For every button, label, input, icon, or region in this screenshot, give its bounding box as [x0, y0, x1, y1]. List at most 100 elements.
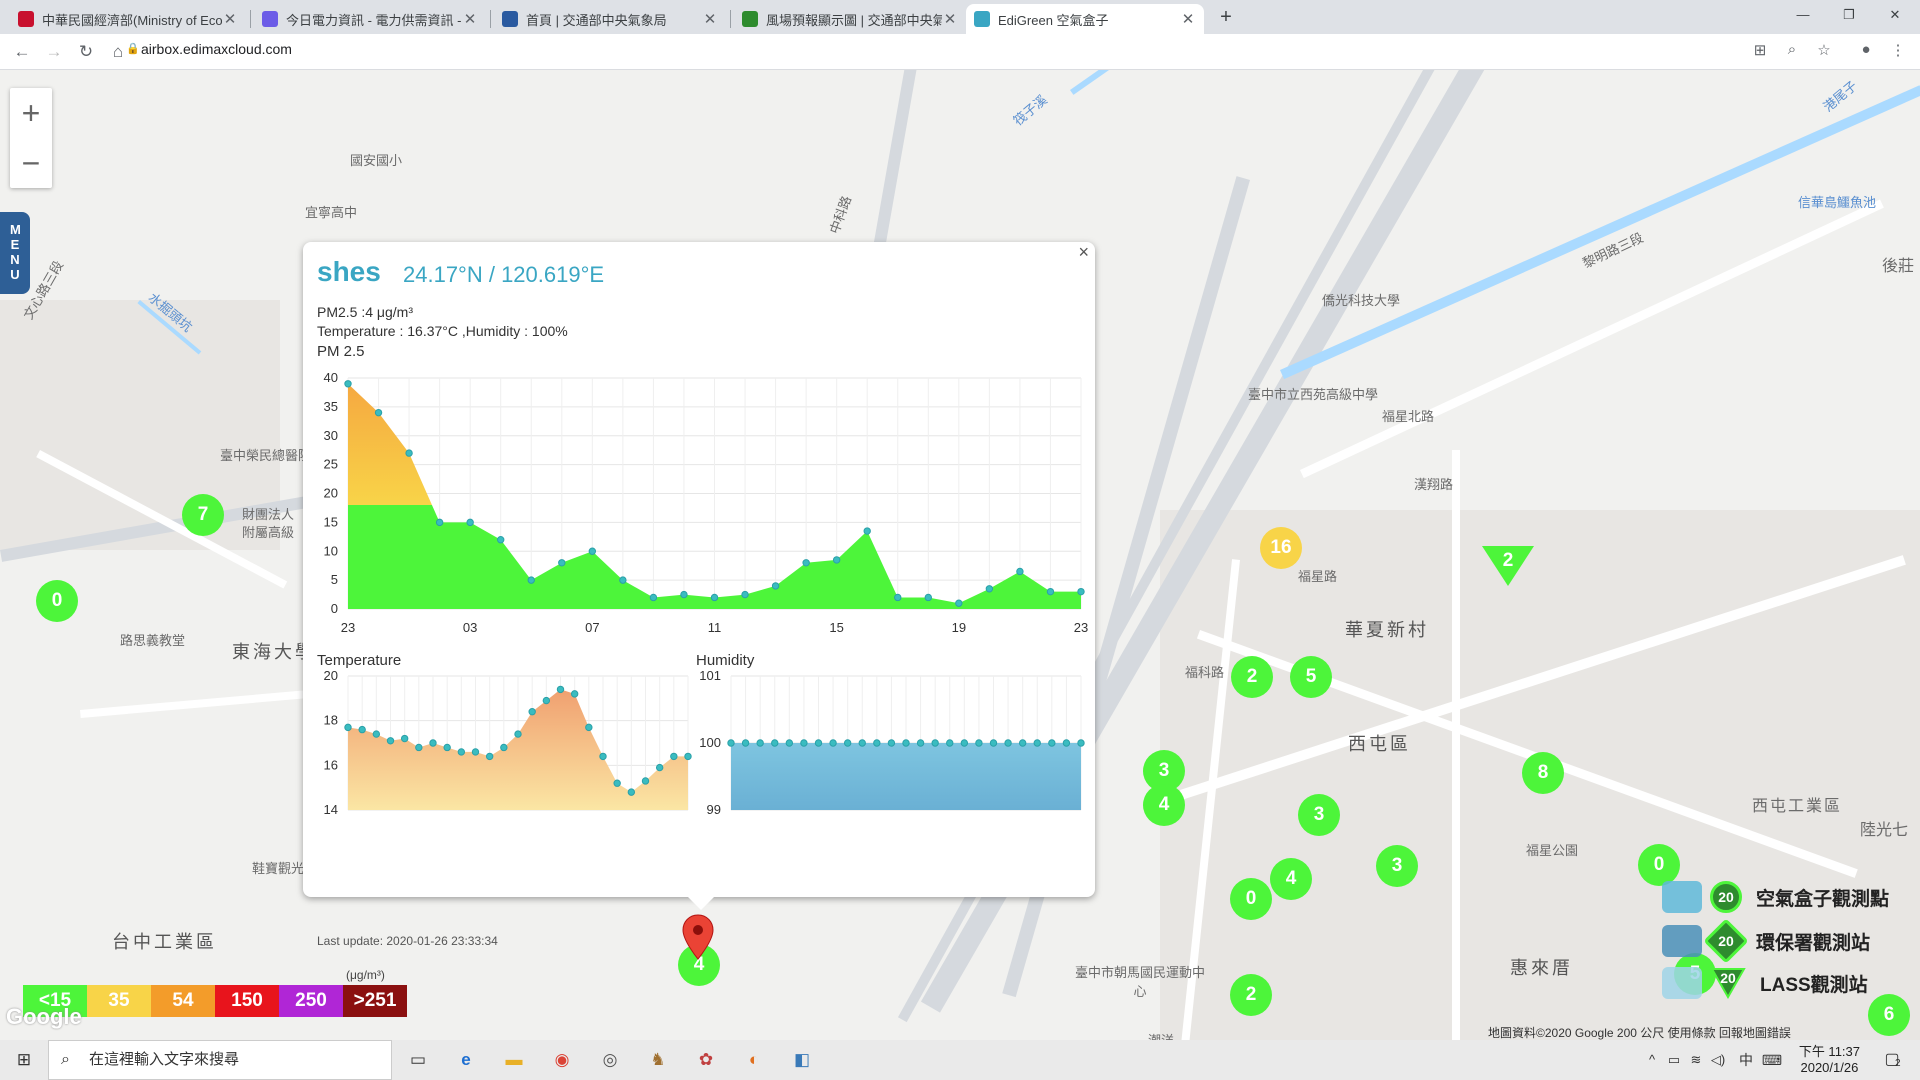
y-tick-label: 18 [324, 713, 338, 728]
reload-icon[interactable]: ↻ [74, 40, 98, 64]
data-point [528, 708, 536, 716]
data-point [771, 582, 780, 590]
forward-icon[interactable]: → [42, 40, 66, 64]
data-point [785, 739, 794, 747]
data-point [989, 739, 998, 747]
close-tab-icon[interactable]: ✕ [222, 10, 238, 28]
map-label: 後莊 [1882, 258, 1915, 275]
station-cluster[interactable]: 5 [1290, 656, 1332, 698]
station-cluster[interactable]: 2 [1231, 656, 1273, 698]
station-coords: 24.17°N / 120.619°E [403, 262, 605, 287]
close-tab-icon[interactable]: ✕ [942, 10, 958, 28]
data-point [771, 739, 779, 747]
browser-menu-icon[interactable]: ⋮ [1888, 41, 1908, 61]
data-point [800, 739, 808, 747]
legend-bin: 35 [87, 985, 151, 1017]
map-label: 西屯區 [1348, 734, 1411, 754]
keyboard-icon[interactable]: ⌨ [1758, 1046, 1786, 1074]
blender-icon[interactable]: ◐ [740, 1046, 768, 1074]
lass-station-marker[interactable]: 2 [1480, 544, 1536, 590]
tab-moea[interactable]: 中華民國經濟部(Ministry of Econ ✕ [10, 4, 246, 34]
data-point [894, 593, 902, 602]
data-point [471, 748, 480, 756]
river [1070, 70, 1172, 95]
lock-icon[interactable]: 🔒 [126, 42, 140, 55]
legend-label: LASS觀測站 [1760, 974, 1868, 996]
back-icon[interactable]: ← [10, 40, 34, 64]
profile-icon[interactable]: ● [1856, 41, 1876, 61]
data-point [1062, 739, 1071, 747]
file-explorer-icon[interactable]: ▬ [500, 1046, 528, 1074]
data-point [946, 739, 954, 747]
station-cluster[interactable]: 3 [1376, 845, 1418, 887]
address-bar[interactable]: airbox.edimaxcloud.com [141, 41, 292, 57]
data-point [649, 593, 658, 602]
notification-count: 2 [1895, 1058, 1901, 1069]
map-label: 福星公園 [1526, 843, 1579, 858]
windows-start-icon[interactable]: ⊞ [10, 1046, 38, 1074]
station-cluster[interactable]: 0 [1638, 844, 1680, 886]
map-label: 福星路 [1298, 569, 1338, 584]
pm-chart-title: PM 2.5 [317, 343, 365, 360]
taskbar-search-input[interactable]: ⌕ 在這裡輸入文字來搜尋 [48, 1040, 392, 1080]
station-cluster[interactable]: 6 [1868, 994, 1910, 1036]
y-tick-label: 25 [324, 457, 338, 472]
tab-power[interactable]: 今日電力資訊 - 電力供需資訊 - 台 ✕ [254, 4, 486, 34]
y-tick-label: 0 [331, 601, 338, 616]
map-canvas[interactable]: 國安國小 宜寧高中 臺中榮民總醫院 財團法人 附屬高級 路思義教堂 東海大學 台… [0, 70, 1920, 1040]
translate-icon[interactable]: ⊞ [1750, 41, 1770, 61]
app-icon[interactable]: ◧ [788, 1046, 816, 1074]
tab-edigreen[interactable]: EdiGreen 空氣盒子 ✕ [966, 4, 1204, 34]
station-cluster[interactable]: 0 [1230, 878, 1272, 920]
task-view-icon[interactable]: ▭ [404, 1046, 432, 1074]
station-cluster[interactable]: 7 [182, 494, 224, 536]
menu-toggle-button[interactable]: MENU [0, 212, 30, 294]
popup-close-button[interactable]: × [1078, 242, 1089, 263]
station-cluster[interactable]: 8 [1522, 752, 1564, 794]
data-point [497, 536, 505, 544]
ime-indicator[interactable]: 中 [1732, 1046, 1760, 1074]
notification-icon[interactable]: ▢ 2 [1878, 1046, 1906, 1074]
tab-wind[interactable]: 風場預報顯示圖 | 交通部中央氣象 ✕ [734, 4, 966, 34]
humidity-chart-title: Humidity [696, 652, 755, 669]
edigreen-favicon-icon [974, 11, 990, 27]
zoom-in-button[interactable]: + [10, 88, 52, 138]
station-cluster[interactable]: 3 [1298, 794, 1340, 836]
station-cluster[interactable]: 4 [1143, 784, 1185, 826]
data-point [756, 739, 764, 747]
new-tab-button[interactable]: + [1214, 4, 1238, 30]
close-tab-icon[interactable]: ✕ [1180, 10, 1196, 28]
map-label: 港尾子 [1820, 77, 1860, 115]
data-point [405, 449, 413, 457]
chrome-icon[interactable]: ◉ [548, 1046, 576, 1074]
map-label: 筏子溪 [1010, 91, 1050, 129]
zoom-icon[interactable]: ⌕ [1782, 41, 1802, 61]
station-cluster[interactable]: 2 [1230, 974, 1272, 1016]
restore-button[interactable]: ❐ [1826, 0, 1872, 30]
station-cluster[interactable]: 4 [1270, 858, 1312, 900]
map-label: 臺中市立西苑高級中學 [1248, 387, 1379, 402]
tab-cwb[interactable]: 首頁 | 交通部中央氣象局 ✕ [494, 4, 726, 34]
volume-icon[interactable]: ◁) [1704, 1046, 1732, 1074]
minimize-button[interactable]: — [1780, 0, 1826, 30]
selected-location-pin-icon[interactable] [681, 913, 715, 963]
zoom-out-button[interactable]: − [10, 138, 52, 188]
window-close-button[interactable]: ✕ [1872, 0, 1918, 30]
app-icon[interactable]: ✿ [692, 1046, 720, 1074]
edge-icon[interactable]: e [452, 1046, 480, 1074]
app-icon[interactable]: ◎ [596, 1046, 624, 1074]
data-point [916, 739, 925, 747]
close-tab-icon[interactable]: ✕ [702, 10, 718, 28]
station-cluster[interactable]: 0 [36, 580, 78, 622]
clock[interactable]: 下午 11:37 2020/1/26 [1799, 1044, 1860, 1076]
station-cluster[interactable]: 16 [1260, 527, 1302, 569]
close-tab-icon[interactable]: ✕ [462, 10, 478, 28]
x-tick-label: 07 [585, 620, 599, 635]
map-attribution[interactable]: 地圖資料©2020 Google 200 公尺 使用條款 回報地圖錯誤 [1488, 1024, 1791, 1040]
app-icon[interactable]: ♞ [644, 1046, 672, 1074]
bookmark-star-icon[interactable]: ☆ [1814, 41, 1834, 61]
y-tick-label: 15 [324, 514, 338, 529]
y-tick-label: 100 [699, 735, 721, 750]
map-label: 宜寧高中 [305, 205, 358, 220]
data-point [802, 559, 810, 567]
